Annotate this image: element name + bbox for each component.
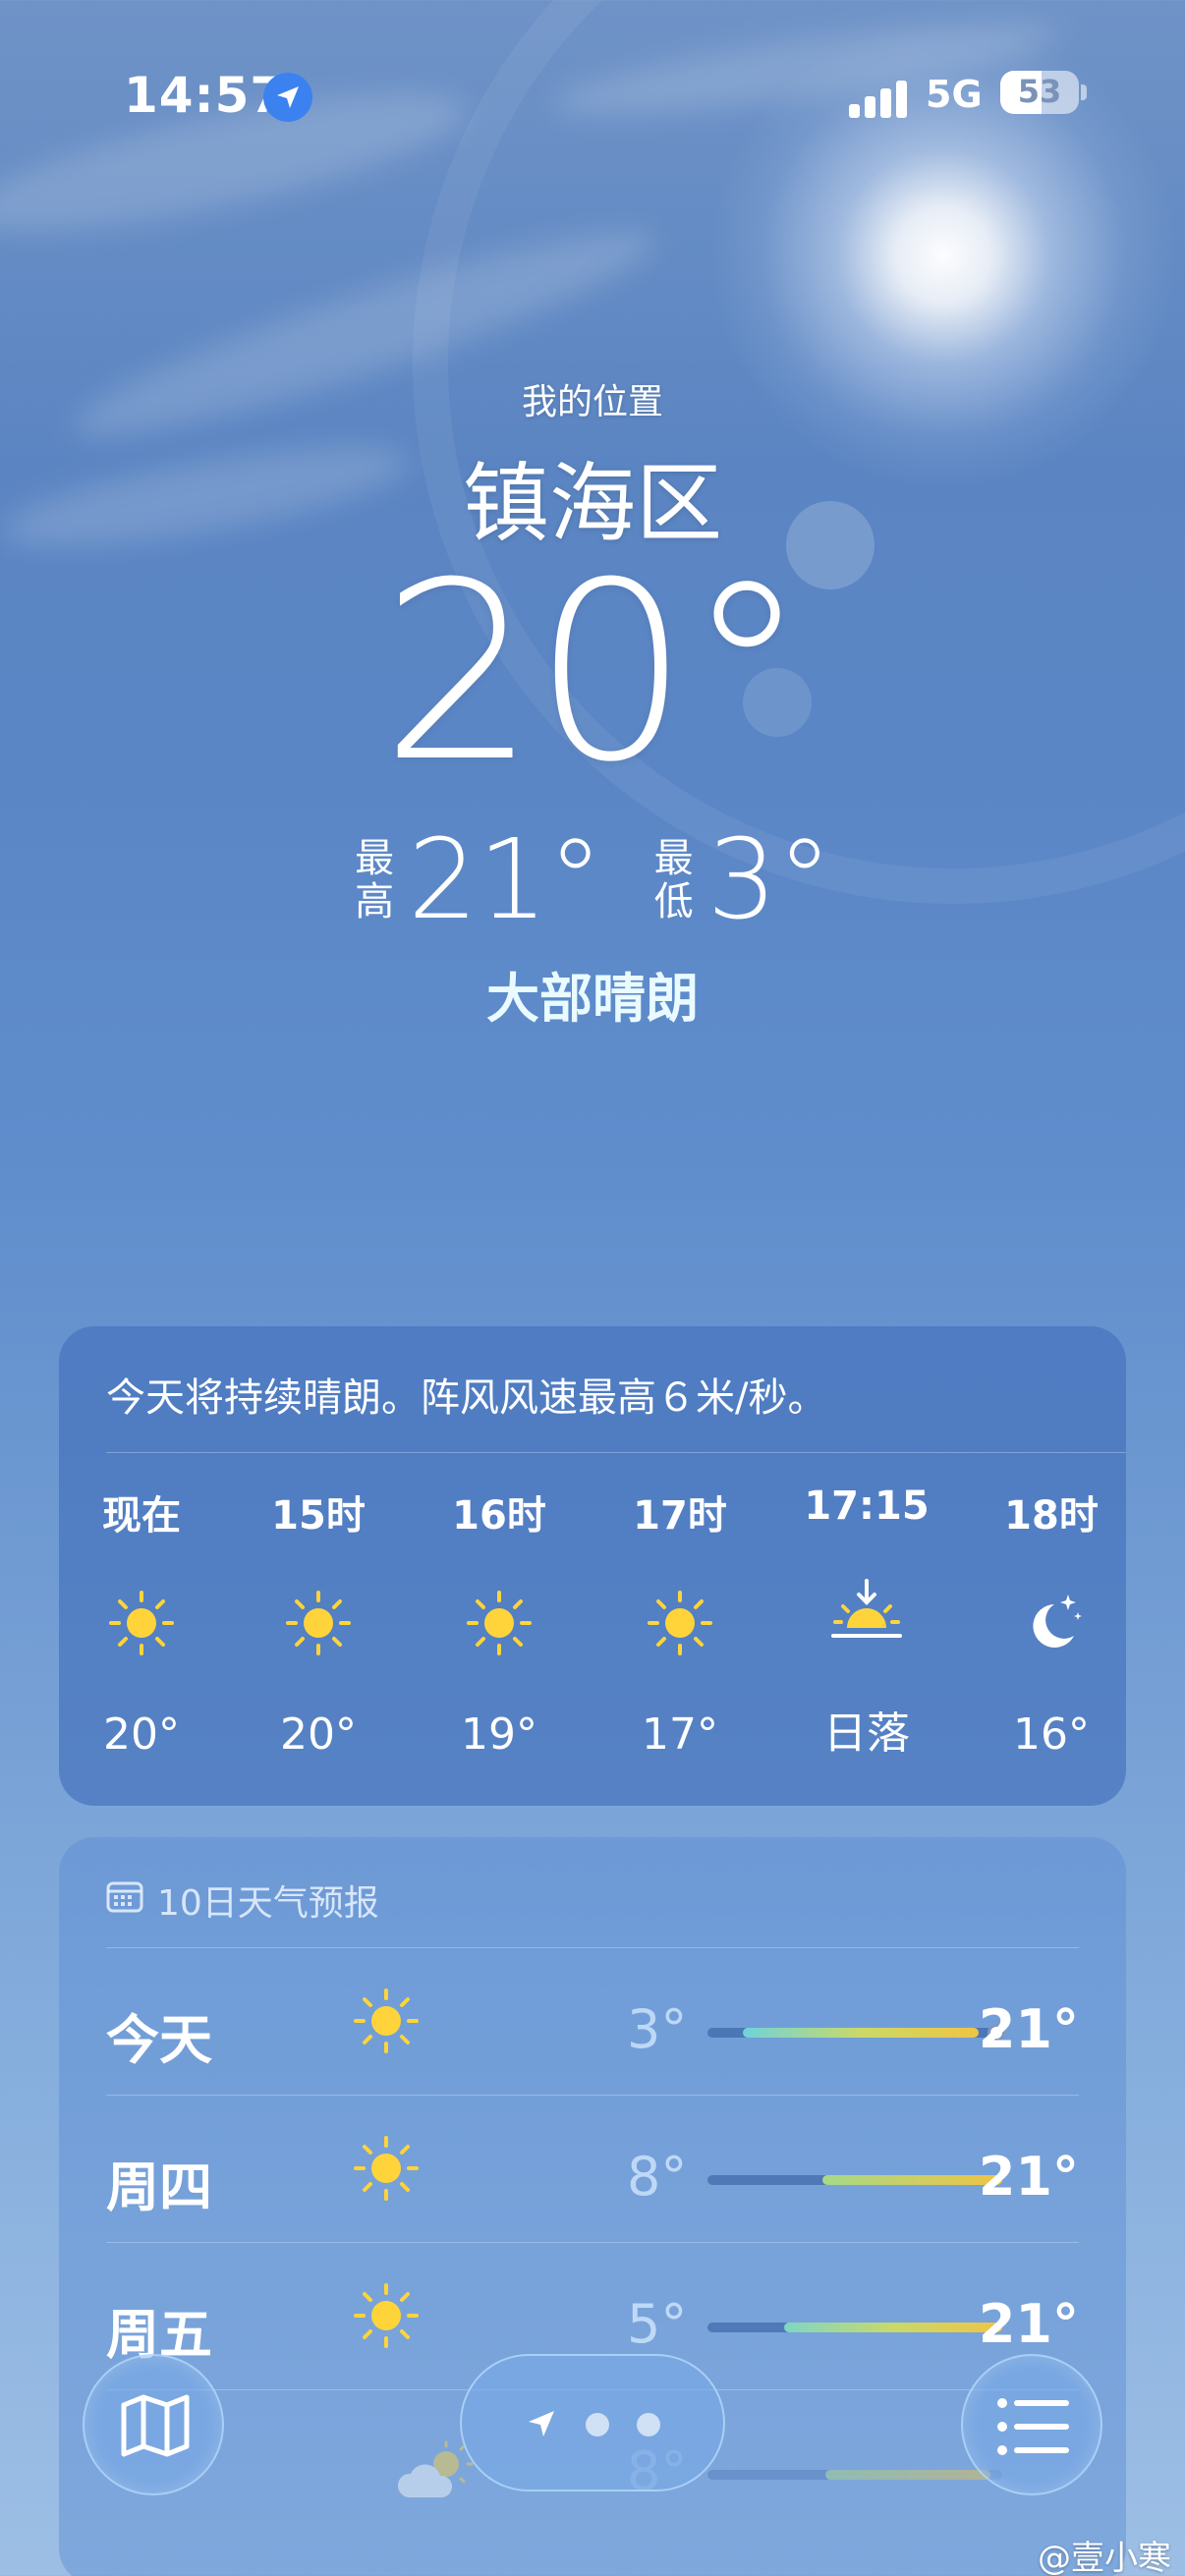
hour-temp: 20° <box>280 1709 357 1760</box>
map-button[interactable] <box>83 2354 224 2495</box>
low-label: 最低 <box>653 836 694 924</box>
condition-text: 大部晴朗 <box>486 968 699 1030</box>
calendar-icon <box>106 1879 143 1922</box>
page-dot[interactable] <box>637 2413 660 2436</box>
day-name: 周四 <box>106 2156 212 2218</box>
hour-temp: 17° <box>642 1709 718 1760</box>
day-high: 21° <box>978 1998 1079 2060</box>
temp-range-fill <box>743 2028 979 2038</box>
ten-day-title-text: 10日天气预报 <box>157 1883 379 1924</box>
list-icon <box>996 2395 1071 2462</box>
hour-item: 15时 20° <box>250 1484 387 1760</box>
status-bar: 14:57 5G 53 <box>0 59 1185 138</box>
hour-time: 17时 <box>633 1493 727 1539</box>
hour-temp: 20° <box>103 1709 180 1760</box>
hour-item: 17:15 日落 <box>798 1484 935 1761</box>
sun-icon <box>73 1584 210 1662</box>
hour-temp: 16° <box>1013 1709 1090 1760</box>
battery-level: 53 <box>1017 73 1062 110</box>
day-row[interactable]: 今天 3° 21° <box>106 1947 1079 2095</box>
location-services-icon <box>263 73 312 122</box>
moon-stars-icon <box>983 1584 1120 1662</box>
temp-range-bar <box>707 2175 1002 2185</box>
temp-range-bar <box>707 2323 1002 2332</box>
divider <box>106 1452 1126 1453</box>
day-low: 3° <box>627 1998 688 2060</box>
hour-item: 17时 17° <box>611 1484 749 1760</box>
day-low: 5° <box>627 2293 688 2355</box>
hour-time: 16时 <box>452 1493 546 1539</box>
day-high: 21° <box>978 2293 1079 2355</box>
hour-time: 现在 <box>102 1493 181 1539</box>
temp-range-bar <box>707 2024 1005 2042</box>
battery-icon: 53 <box>1000 71 1079 114</box>
sun-icon <box>250 1584 387 1662</box>
watermark: @壹小寒 <box>1038 2539 1171 2576</box>
hour-item: 16时 19° <box>430 1484 568 1760</box>
hour-temp: 19° <box>461 1709 537 1760</box>
day-row[interactable]: 周四 8° 21° <box>106 2095 1079 2242</box>
sun-icon <box>430 1584 568 1662</box>
status-time: 14:57 <box>124 67 286 124</box>
my-location-label: 我的位置 <box>521 382 663 422</box>
page-indicator[interactable] <box>460 2354 725 2492</box>
hourly-forecast-card[interactable]: 今天将持续晴朗。阵风风速最高６米/秒。 现在 20° 15时 20° 16时 1… <box>59 1326 1126 1806</box>
ten-day-title: 10日天气预报 <box>106 1875 379 1926</box>
map-icon <box>118 2391 193 2464</box>
temp-range-fill <box>822 2175 1002 2185</box>
sun-icon <box>352 2281 421 2354</box>
battery-tip <box>1081 84 1087 100</box>
low-temp-group: 最低 3° <box>652 825 832 935</box>
high-label: 最高 <box>355 836 395 924</box>
network-type: 5G <box>926 73 983 116</box>
hour-temp: 日落 <box>823 1708 910 1759</box>
hour-time: 17:15 <box>804 1484 930 1529</box>
temp-range-bar <box>707 2470 1002 2480</box>
location-arrow-icon[interactable] <box>525 2407 558 2444</box>
low-temp: 3° <box>706 816 832 944</box>
sun-icon <box>352 2134 421 2207</box>
day-high: 21° <box>978 2146 1079 2208</box>
hour-item: 现在 20° <box>73 1484 210 1760</box>
temp-range-fill <box>825 2470 990 2480</box>
location-list-button[interactable] <box>961 2354 1102 2495</box>
current-temperature: 20° <box>380 530 808 815</box>
sunset-icon <box>798 1572 935 1651</box>
sun-icon <box>611 1584 749 1662</box>
hourly-summary: 今天将持续晴朗。阵风风速最高６米/秒。 <box>106 1375 827 1421</box>
hour-time: 15时 <box>271 1493 366 1539</box>
day-low: 8° <box>627 2146 688 2208</box>
high-temp: 21° <box>408 816 603 944</box>
high-temp-group: 最高 21° <box>353 825 603 935</box>
hour-item: 18时 16° <box>983 1484 1120 1760</box>
sun-icon <box>352 1987 421 2059</box>
hour-time: 18时 <box>1004 1493 1099 1539</box>
high-low: 最高 21° 最低 3° <box>0 825 1185 935</box>
page-dot[interactable] <box>586 2413 609 2436</box>
cellular-signal-icon <box>849 79 908 118</box>
day-name: 今天 <box>106 2009 212 2071</box>
temp-range-fill <box>784 2323 1002 2332</box>
